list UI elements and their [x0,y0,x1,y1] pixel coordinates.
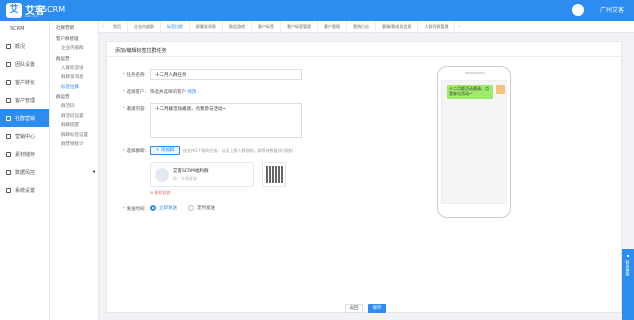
group-icon [6,115,11,121]
submenu-item-active[interactable]: 标签拉群 [50,82,98,92]
invite-text-area[interactable]: 十二月群活动邀请，点我参与活动~ [150,103,302,138]
submenu-item[interactable]: 群活码 [50,101,98,111]
team-icon [6,61,11,67]
sidebar-item-group-marketing[interactable]: 社群营销 [0,109,49,127]
submenu-group[interactable]: 群运营 [50,91,98,101]
back-button[interactable]: 返回 [345,304,363,313]
phone-speaker [465,72,485,74]
group-card-sub: 群 · 专属客服 [173,176,197,181]
tab-crowd-list[interactable]: 人群列表管理 [418,20,456,33]
phone-preview: 十二月群活动邀请，点我参与活动~ [437,66,511,218]
sidebar-item-customers[interactable]: 客户管理 [0,91,49,109]
select-customer-label: * 选择客户: [122,90,146,95]
invite-text-label: * 邀请内容: [122,107,146,112]
submenu-item[interactable]: 群活码设置 [50,111,98,121]
submenu-item[interactable]: 企业内部群 [50,43,98,53]
sidebar: SCRM 概况 团队设置 客户转化 客户管理 社群营销 营销中心 素材储存 数据… [0,21,50,320]
task-name-input[interactable]: 十二月人群任务 [150,69,302,80]
chat-icon: ▪ [626,253,630,258]
customer-service-float-button[interactable]: ▪ 联系客服 [622,249,634,320]
preview-message: 十二月群活动邀请，点我参与活动~ [447,85,493,99]
submenu-group[interactable]: 群运营 [50,53,98,63]
submenu-item[interactable]: 群聊发消息 [50,72,98,82]
sidebar-title: SCRM [10,26,25,32]
sidebar-item-convert[interactable]: 客户转化 [0,73,49,91]
submenu-item[interactable]: 群营销统计 [50,139,98,149]
group-qrcode [262,162,286,187]
trash-icon: ⊗ [150,190,154,195]
task-name-label: * 任务名称: [122,73,146,78]
add-group-button[interactable]: + 添加群 [150,146,180,155]
select-group-label: * 选择群聊: [122,149,146,154]
tab-bar: ‹ 首页 企业内部群 标签拉群 群聊发消息 群迎游戏 客户标签 客户标签管理 客… [99,20,634,33]
group-card-name: 艾客SCRM福利群 [173,169,209,174]
group-card: 艾客SCRM福利群 群 · 专属客服 [150,162,254,187]
submenu-item[interactable]: 群聊提醒 [50,120,98,130]
radio-unchecked-icon [188,205,194,211]
sidebar-item-data[interactable]: 数据风控 [0,163,49,181]
qrcode-icon [266,166,283,183]
sidebar-item-material[interactable]: 素材储存 [0,145,49,163]
tab-group-message[interactable]: 群聊发消息 [190,20,223,33]
sidebar-item-overview[interactable]: 概况 [0,37,49,55]
form-title: 添加/编辑标签拉群任务 [107,42,621,57]
top-bar: 艾 艾客 SCRM aike.com 广州艾客 [0,0,634,21]
tab-internal-group[interactable]: 企业内部群 [128,20,161,33]
user-name[interactable]: 广州艾客 [600,5,624,14]
delete-group-link[interactable]: ⊗ 删除此群 [150,190,171,196]
tab-tag-manage[interactable]: 客户标签管理 [281,20,318,33]
submenu-title: 社群营销 [56,26,74,31]
tab-group-game[interactable]: 群迎游戏 [223,20,252,33]
sidebar-item-settings[interactable]: 系统设置 [0,181,49,199]
preview-avatar [496,85,505,94]
tab-customer-manage[interactable]: 客户管理 [318,20,347,33]
sidebar-item-marketing[interactable]: 营销中心 [0,127,49,145]
tab-tag-group[interactable]: 标签拉群 [161,20,190,33]
submenu-item[interactable]: 群聊标签设置 [50,130,98,140]
data-icon [6,169,11,175]
logo: 艾 [6,3,22,18]
users-icon [6,97,11,103]
group-avatar [155,168,169,182]
sidebar-item-team[interactable]: 团队设置 [0,55,49,73]
submenu-group[interactable]: 客户群管理 [50,33,98,43]
save-button[interactable]: 保存 [368,304,386,313]
modify-link[interactable]: 修改 [187,90,196,95]
send-time-label: * 发送时间: [122,207,146,212]
home-icon [6,43,11,49]
tab-scroll-right-icon[interactable]: › [455,24,463,30]
collapse-arrow-icon[interactable]: ◂ [92,168,95,175]
upload-hint: 仅支持1个群的任务，以及上限人数限制，群等待数量(的)限制 [183,148,293,153]
submenu-item[interactable]: 入群欢迎语 [50,63,98,73]
tab-home[interactable]: 首页 [107,20,128,33]
material-icon [6,151,11,157]
brand-sub: aike.com [25,14,39,18]
phone-screen: 十二月群活动邀请，点我参与活动~ [441,80,507,204]
radio-checked-icon [150,205,156,211]
user-avatar-icon[interactable] [572,4,584,16]
tab-member-info[interactable]: 客服/群成员信息 [376,20,419,33]
send-now-radio[interactable]: 立即发送 [150,205,177,211]
product-name: SCRM [42,5,66,14]
tab-scroll-left-icon[interactable]: ‹ [99,24,107,30]
marketing-icon [6,133,11,139]
convert-icon [6,79,11,85]
tab-customer-tags[interactable]: 客户标签 [252,20,281,33]
send-scheduled-radio[interactable]: 定时发送 [188,205,215,211]
settings-icon [6,187,11,193]
select-customer-text: 筛选并选择的客户 修改 [150,90,197,95]
tab-marketing-log[interactable]: 营销日志 [347,20,376,33]
